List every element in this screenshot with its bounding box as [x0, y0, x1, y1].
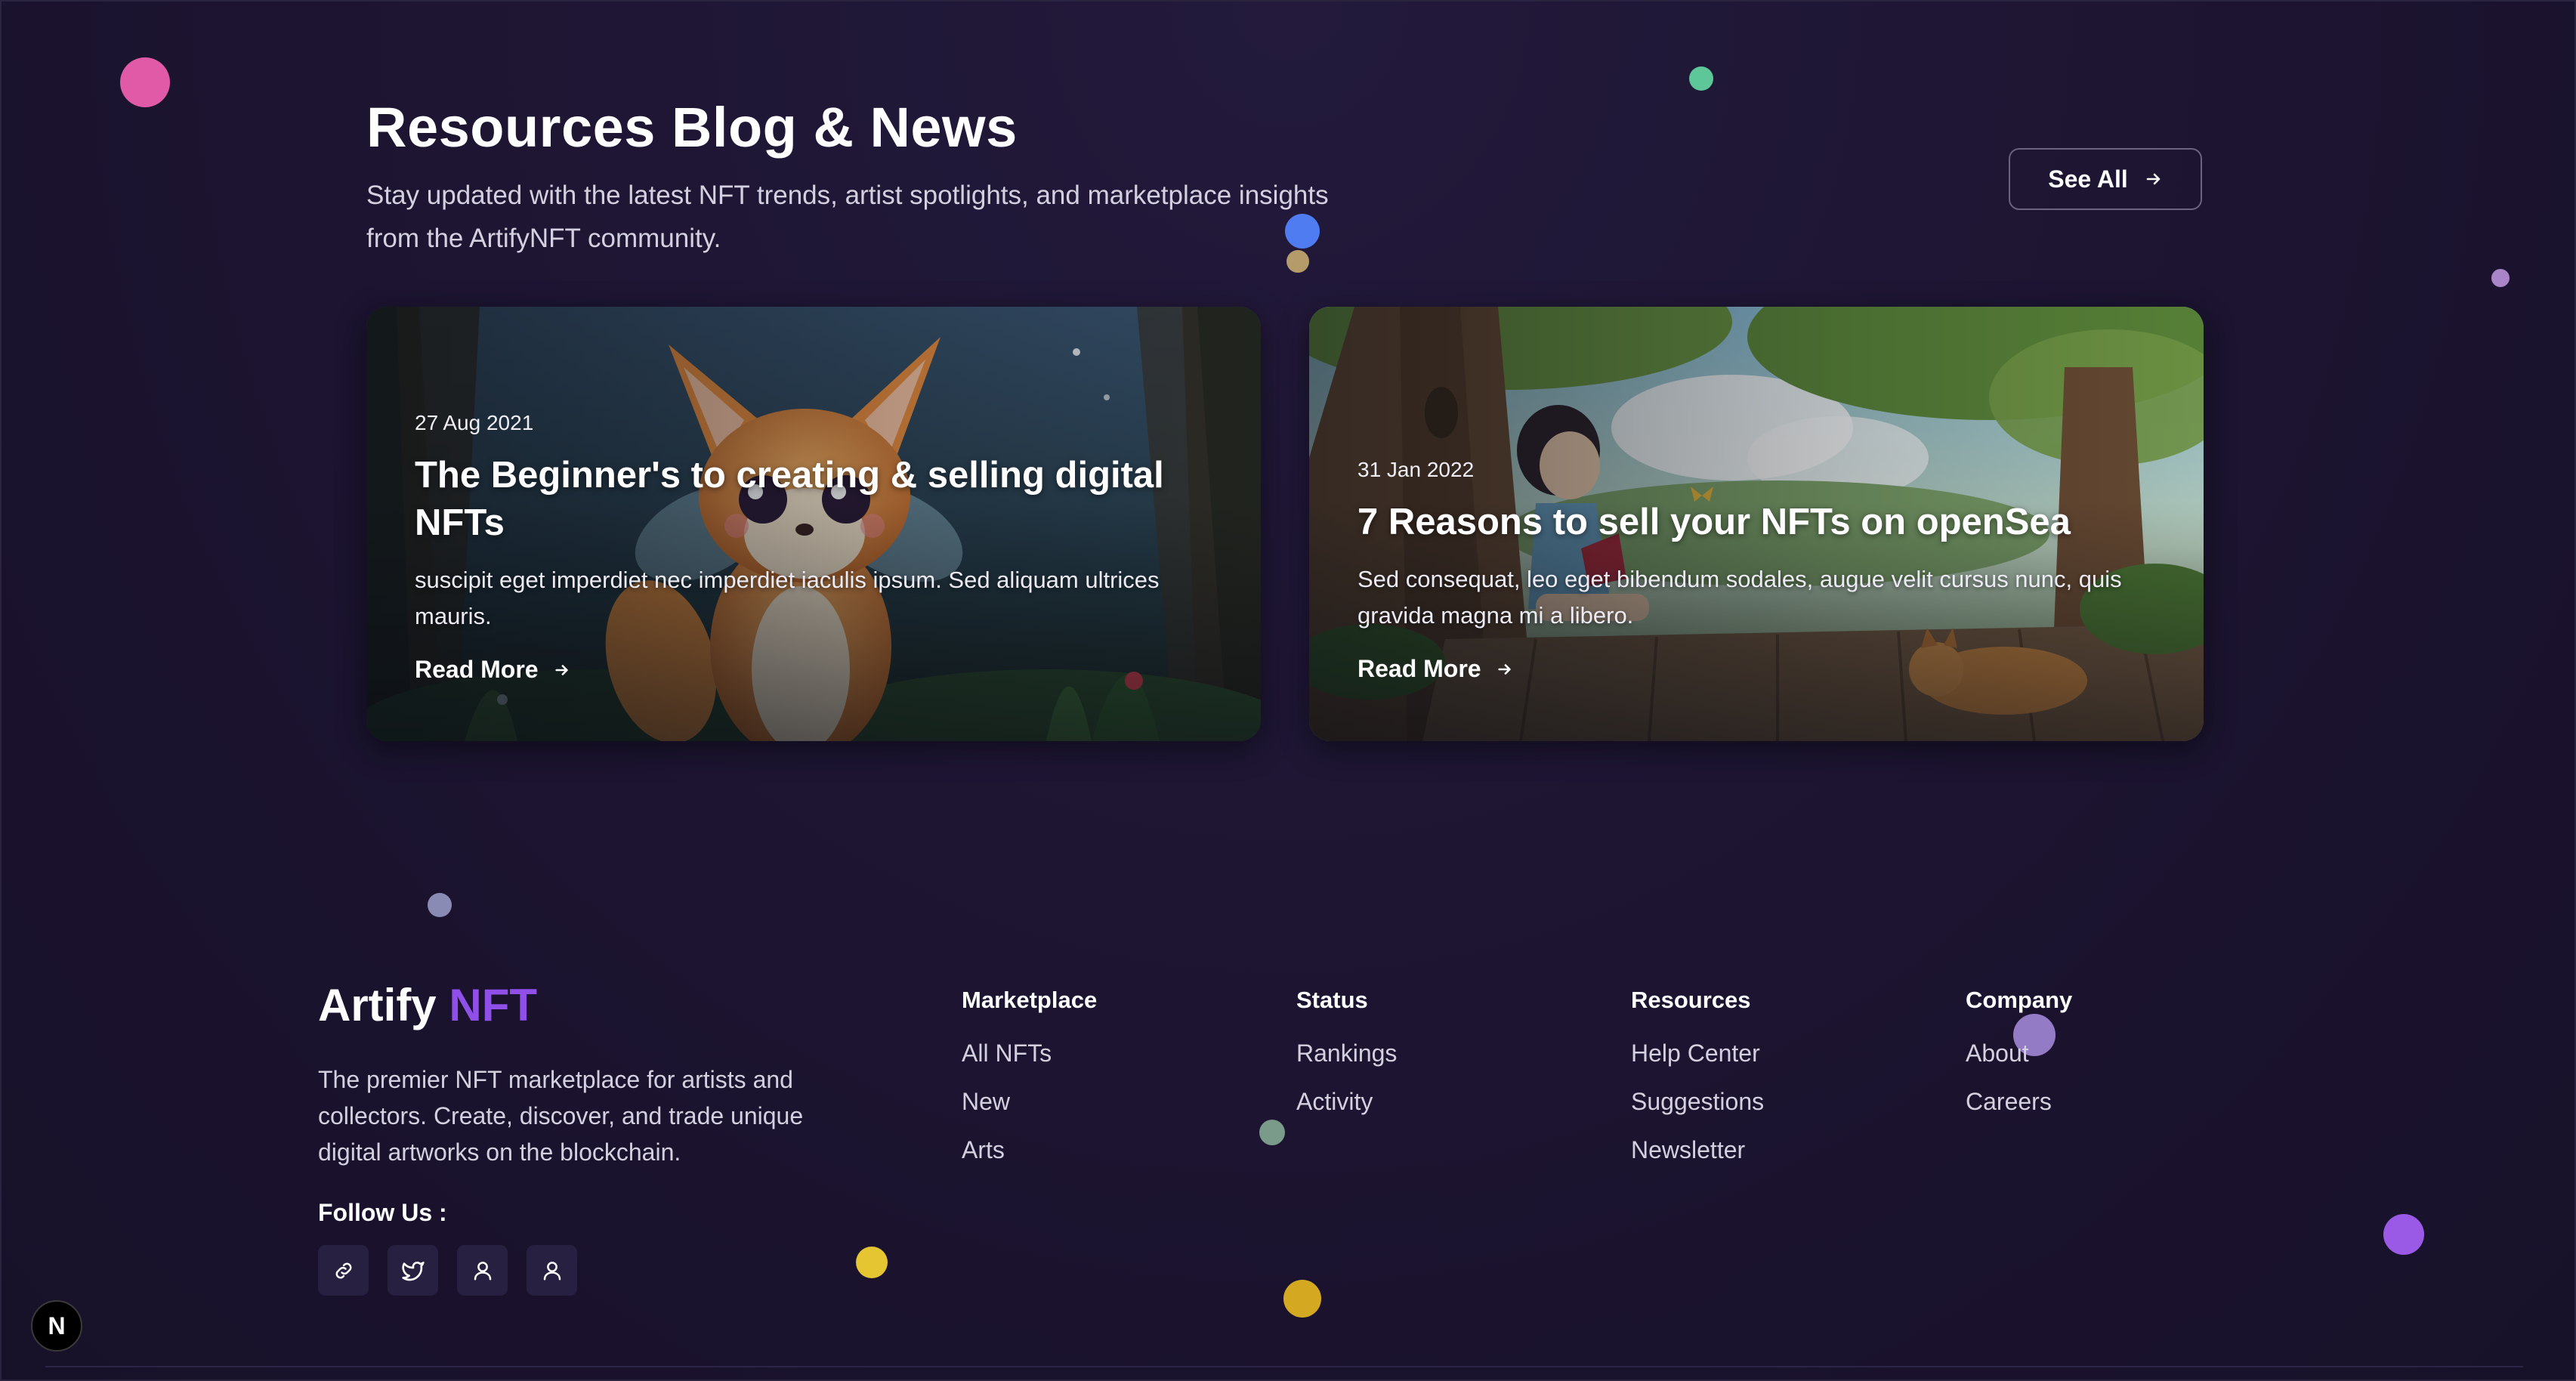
user-icon: [474, 1261, 491, 1280]
arrow-right-icon: [554, 664, 568, 675]
read-more-link[interactable]: Read More: [415, 656, 570, 684]
footer-column-marketplace: Marketplace All NFTs New Arts: [962, 987, 1097, 1185]
footer-column-resources: Resources Help Center Suggestions Newsle…: [1631, 987, 1764, 1185]
post-excerpt: Sed consequat, leo eget bibendum sodales…: [1357, 566, 2122, 629]
blog-card[interactable]: 27 Aug 2021 The Beginner's to creating &…: [366, 307, 1261, 741]
link-icon: [335, 1262, 351, 1278]
footer-link[interactable]: Rankings: [1296, 1040, 1397, 1088]
footer-link[interactable]: Careers: [1966, 1088, 2072, 1136]
footer-link[interactable]: New: [962, 1088, 1097, 1136]
see-all-label: See All: [2048, 165, 2128, 193]
footer-logo[interactable]: Artify NFT: [318, 979, 537, 1031]
twitter-icon: [401, 1261, 425, 1281]
decor-dot: [856, 1247, 888, 1278]
footer-link[interactable]: Activity: [1296, 1088, 1397, 1136]
post-title[interactable]: 7 Reasons to sell your NFTs on openSea: [1357, 499, 2155, 546]
footer-column-heading: Company: [1966, 987, 2073, 1013]
footer-link[interactable]: Suggestions: [1631, 1088, 1764, 1136]
footer-column-heading: Resources: [1631, 987, 1751, 1013]
card-content: 31 Jan 2022 7 Reasons to sell your NFTs …: [1357, 458, 2155, 683]
read-more-label: Read More: [415, 656, 539, 683]
blog-section-subtitle: Stay updated with the latest NFT trends,…: [366, 181, 1329, 253]
decor-dot: [2491, 269, 2510, 287]
footer-divider: [45, 1366, 2523, 1367]
decor-dot: [2383, 1214, 2424, 1255]
dev-tools-badge[interactable]: N: [31, 1300, 82, 1352]
footer-link[interactable]: Help Center: [1631, 1040, 1764, 1088]
footer-link[interactable]: Arts: [962, 1136, 1097, 1185]
footer-column-status: Status Rankings Activity: [1296, 987, 1397, 1136]
arrow-right-icon: [2146, 173, 2161, 185]
decor-dot: [1283, 1280, 1321, 1318]
user-icon: [543, 1261, 561, 1280]
footer-description: The premier NFT marketplace for artists …: [318, 1066, 804, 1166]
post-title[interactable]: The Beginner's to creating & selling dig…: [415, 452, 1212, 547]
footer-column-company: Company About Careers: [1966, 987, 2072, 1136]
brand-accent: NFT: [449, 980, 537, 1030]
footer-link[interactable]: About: [1966, 1040, 2072, 1088]
social-links: [318, 1245, 577, 1296]
read-more-link[interactable]: Read More: [1357, 655, 1513, 683]
profile-button[interactable]: [527, 1245, 577, 1296]
post-excerpt: suscipit eget imperdiet nec imperdiet ia…: [415, 567, 1160, 629]
see-all-button[interactable]: See All: [2009, 148, 2202, 210]
footer-column-heading: Marketplace: [962, 987, 1098, 1013]
profile-button[interactable]: [457, 1245, 508, 1296]
footer-column-heading: Status: [1296, 987, 1368, 1013]
brand-name: Artify: [318, 980, 437, 1030]
read-more-label: Read More: [1357, 655, 1481, 682]
post-date: 31 Jan 2022: [1357, 458, 1475, 481]
twitter-button[interactable]: [388, 1245, 438, 1296]
decor-dot: [120, 57, 170, 107]
social-link-button[interactable]: [318, 1245, 369, 1296]
blog-card[interactable]: 31 Jan 2022 7 Reasons to sell your NFTs …: [1309, 307, 2204, 741]
card-content: 27 Aug 2021 The Beginner's to creating &…: [415, 411, 1212, 684]
decor-dot: [428, 893, 452, 917]
footer-link[interactable]: Newsletter: [1631, 1136, 1764, 1185]
decor-dot: [1259, 1120, 1285, 1145]
follow-us-label: Follow Us :: [318, 1199, 447, 1226]
arrow-right-icon: [1497, 663, 1511, 675]
footer-link[interactable]: All NFTs: [962, 1040, 1097, 1088]
decor-dot: [1689, 66, 1713, 91]
blog-section-title: Resources Blog & News: [366, 96, 1018, 159]
post-date: 27 Aug 2021: [415, 411, 534, 434]
